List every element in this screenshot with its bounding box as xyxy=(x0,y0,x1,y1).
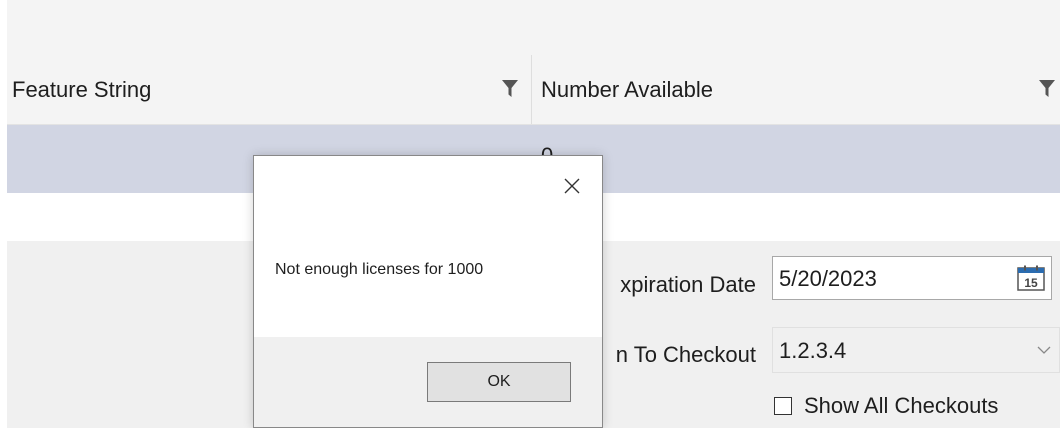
filter-icon[interactable] xyxy=(1038,79,1056,99)
column-label-number-available: Number Available xyxy=(541,76,714,102)
checkbox-box[interactable] xyxy=(774,397,792,415)
expiration-date-picker[interactable]: 5/20/2023 15 xyxy=(772,256,1052,300)
calendar-icon-day: 15 xyxy=(1024,276,1038,290)
column-header-number-available[interactable]: Number Available xyxy=(533,55,1060,124)
dialog-footer: OK xyxy=(254,337,602,427)
calendar-icon[interactable]: 15 xyxy=(1017,265,1045,291)
message-dialog: Not enough licenses for 1000 OK xyxy=(253,155,603,428)
grid-header: Feature String Number Available xyxy=(7,55,1060,125)
show-all-checkouts-label: Show All Checkouts xyxy=(804,393,999,418)
checkout-label: n To Checkout xyxy=(615,342,756,367)
checkout-combobox[interactable]: 1.2.3.4 xyxy=(772,327,1060,373)
column-label-feature-string: Feature String xyxy=(12,76,152,102)
ok-button[interactable]: OK xyxy=(427,362,571,402)
column-header-feature-string[interactable]: Feature String xyxy=(7,55,532,124)
filter-icon[interactable] xyxy=(501,79,519,99)
close-icon[interactable] xyxy=(554,168,590,204)
checkout-combobox-value: 1.2.3.4 xyxy=(779,338,847,363)
dialog-message: Not enough licenses for 1000 xyxy=(275,261,484,278)
top-band xyxy=(7,0,1060,55)
expiration-date-value: 5/20/2023 xyxy=(779,266,877,291)
expiration-date-label: xpiration Date xyxy=(620,272,756,297)
show-all-checkouts-checkbox[interactable]: Show All Checkouts xyxy=(774,392,998,420)
license-manager-window: Feature String Number Available 0 xpirat… xyxy=(0,0,1060,428)
chevron-down-icon xyxy=(1037,346,1051,354)
